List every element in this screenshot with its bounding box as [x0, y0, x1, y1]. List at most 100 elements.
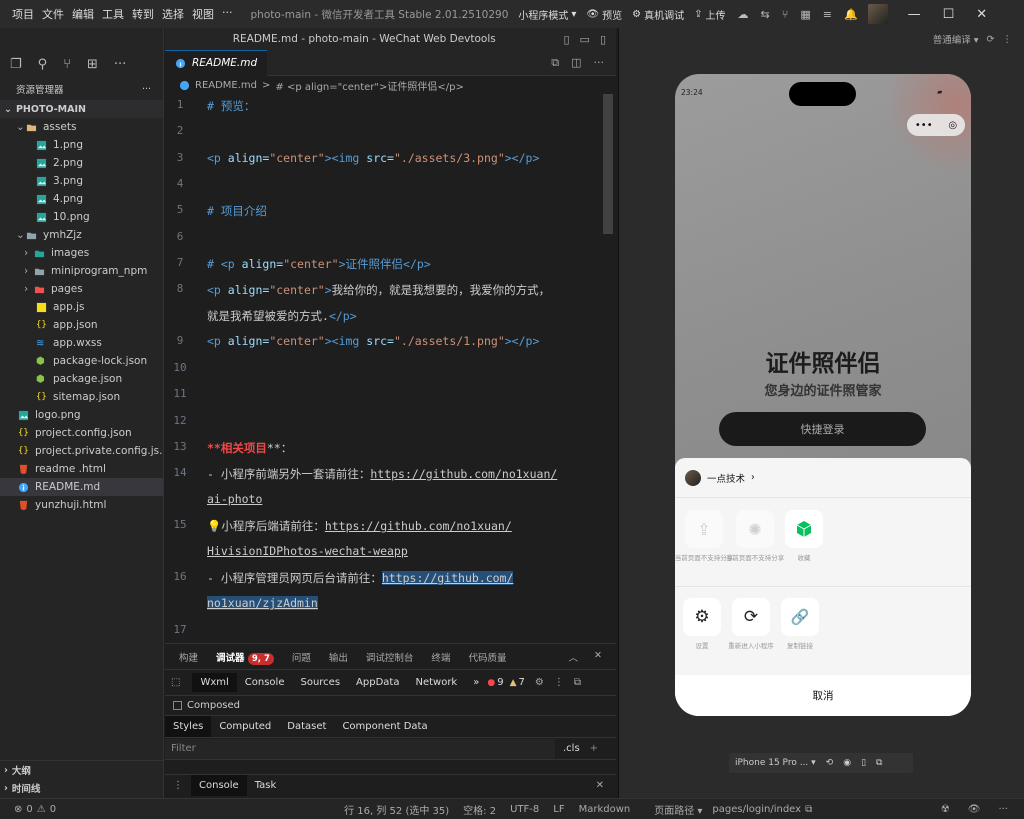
more-icon[interactable]: ···: [114, 57, 126, 72]
device-select[interactable]: iPhone 15 Pro ... ▾: [735, 758, 816, 768]
breadcrumb-file[interactable]: README.md: [195, 80, 257, 91]
outline-section[interactable]: › 大纲: [0, 761, 163, 779]
copy-link-button[interactable]: 🔗: [781, 598, 819, 636]
preview-button[interactable]: 👁 预览: [586, 7, 622, 22]
extensions-icon[interactable]: ⊞: [87, 57, 98, 72]
editor-scrollbar[interactable]: [603, 94, 613, 234]
composed-checkbox[interactable]: [173, 701, 182, 710]
menu-more[interactable]: ···: [218, 6, 237, 22]
undock-icon[interactable]: ⧉: [574, 677, 581, 688]
language-mode[interactable]: Markdown: [579, 804, 631, 815]
tree-item-1png[interactable]: 1.png: [0, 136, 163, 154]
bug-icon[interactable]: ☢: [941, 804, 950, 815]
tab-code-quality[interactable]: 代码质量: [468, 650, 506, 664]
reload-button[interactable]: ⟳: [732, 598, 770, 636]
tab-output[interactable]: 输出: [329, 650, 348, 664]
indent-setting[interactable]: 空格: 2: [463, 802, 496, 817]
more-icon[interactable]: ···: [998, 804, 1008, 815]
add-style-icon[interactable]: +: [590, 743, 598, 754]
line-ending[interactable]: LF: [553, 804, 564, 815]
tab-console[interactable]: Console: [237, 673, 293, 692]
compile-mode-select[interactable]: 普通编译 ▾: [933, 32, 979, 46]
upload-button[interactable]: ⇪ 上传: [694, 7, 725, 22]
share-friend-button[interactable]: ⇪: [685, 510, 723, 548]
menu-tools[interactable]: 工具: [98, 6, 128, 22]
page-path-select[interactable]: 页面路径 ▾: [654, 802, 702, 817]
tab-terminal[interactable]: 终端: [431, 650, 450, 664]
tab-readme[interactable]: README.md: [165, 49, 268, 76]
tree-item-logo[interactable]: logo.png: [0, 406, 163, 424]
login-button[interactable]: 快捷登录: [719, 412, 926, 446]
tree-item-appwxss[interactable]: ≋ app.wxss: [0, 334, 163, 352]
source-control-icon[interactable]: ⑂: [63, 57, 71, 72]
tab-appdata[interactable]: AppData: [348, 673, 407, 692]
more-tabs-icon[interactable]: »: [465, 677, 487, 688]
favorite-button[interactable]: [785, 510, 823, 548]
menu-goto[interactable]: 转到: [128, 6, 158, 22]
simulator-more-icon[interactable]: ⋮: [1003, 34, 1013, 45]
tab-sources[interactable]: Sources: [292, 673, 348, 692]
mode-select[interactable]: 小程序模式 ▾: [518, 7, 576, 22]
editor-more-icon[interactable]: ···: [594, 56, 605, 70]
menu-icon[interactable]: ≡: [823, 8, 832, 21]
split-left-icon[interactable]: ▯: [563, 33, 569, 46]
tree-item-2png[interactable]: 2.png: [0, 154, 163, 172]
tree-item-project-private-config[interactable]: {} project.private.config.js...: [0, 442, 163, 460]
settings-icon[interactable]: ⚙: [535, 677, 544, 688]
tree-item-readme-html[interactable]: readme .html: [0, 460, 163, 478]
code-area[interactable]: 1 # 预览： 2 3 <p align="center"><img src="./…: [165, 94, 605, 643]
phone-icon[interactable]: ▯: [861, 758, 866, 768]
inspect-icon[interactable]: ⬚: [171, 677, 180, 688]
record-icon[interactable]: ◉: [843, 758, 851, 768]
breadcrumb-heading[interactable]: # <p align="center">证件照伴侣</p>: [275, 78, 463, 93]
tree-item-4png[interactable]: 4.png: [0, 190, 163, 208]
tab-problems[interactable]: 问题: [292, 650, 311, 664]
chevron-up-icon[interactable]: ︿: [569, 650, 579, 664]
split-right-icon[interactable]: ▯: [600, 33, 606, 46]
close-panel-icon[interactable]: ✕: [594, 650, 602, 664]
tree-item-project-config[interactable]: {} project.config.json: [0, 424, 163, 442]
tree-item-assets[interactable]: ⌄ assets: [0, 118, 163, 136]
rotate-icon[interactable]: ⟲: [826, 758, 834, 768]
tab-computed[interactable]: Computed: [211, 716, 279, 737]
swap-icon[interactable]: ⇆: [760, 8, 769, 21]
tree-item-ymhzjz[interactable]: ⌄ ymhZjz: [0, 226, 163, 244]
avatar[interactable]: [867, 4, 888, 24]
eye-icon[interactable]: 👁: [968, 804, 981, 815]
tree-item-miniprogram-npm[interactable]: › miniprogram_npm: [0, 262, 163, 280]
capsule-close-icon[interactable]: ◎: [948, 120, 957, 131]
tab-styles[interactable]: Styles: [165, 716, 212, 737]
settings-button[interactable]: ⚙: [683, 598, 721, 636]
cloud-icon[interactable]: ☁: [737, 8, 748, 21]
tree-item-images[interactable]: › images: [0, 244, 163, 262]
tab-wxml[interactable]: Wxml: [192, 673, 237, 692]
sheet-header[interactable]: 一点技术 ›: [675, 458, 971, 498]
branch-icon[interactable]: ⑂: [782, 8, 789, 21]
encoding[interactable]: UTF-8: [510, 804, 539, 815]
explorer-more-icon[interactable]: ···: [142, 84, 151, 95]
tree-item-yunzhuji[interactable]: yunzhuji.html: [0, 496, 163, 514]
menu-edit[interactable]: 编辑: [68, 6, 98, 22]
tab-component-data[interactable]: Component Data: [334, 716, 435, 737]
bell-icon[interactable]: 🔔: [844, 8, 858, 21]
tab-build[interactable]: 构建: [179, 650, 198, 664]
tree-item-3png[interactable]: 3.png: [0, 172, 163, 190]
kebab-icon[interactable]: ⋮: [554, 677, 564, 688]
tree-item-package-lock[interactable]: ⬢ package-lock.json: [0, 352, 163, 370]
cls-toggle[interactable]: .cls: [563, 743, 580, 754]
project-root[interactable]: ⌄ PHOTO-MAIN: [0, 100, 163, 118]
real-device-debug-button[interactable]: ⚙ 真机调试: [632, 7, 684, 22]
tree-item-appjson[interactable]: {} app.json: [0, 316, 163, 334]
tab-dataset[interactable]: Dataset: [279, 716, 334, 737]
refresh-icon[interactable]: ⟳: [987, 34, 995, 45]
filter-input[interactable]: Filter: [165, 738, 555, 759]
minimize-icon[interactable]: —: [908, 7, 921, 22]
cancel-button[interactable]: 取消: [675, 675, 971, 716]
menu-select[interactable]: 选择: [158, 6, 188, 22]
tree-item-10png[interactable]: 10.png: [0, 208, 163, 226]
close-drawer-icon[interactable]: ✕: [596, 780, 616, 791]
warning-count[interactable]: 7: [519, 677, 525, 688]
share-moments-button[interactable]: ✺: [736, 510, 774, 548]
split-editor-icon[interactable]: ◫: [571, 56, 581, 70]
drawer-tab-console[interactable]: Console: [191, 775, 247, 796]
